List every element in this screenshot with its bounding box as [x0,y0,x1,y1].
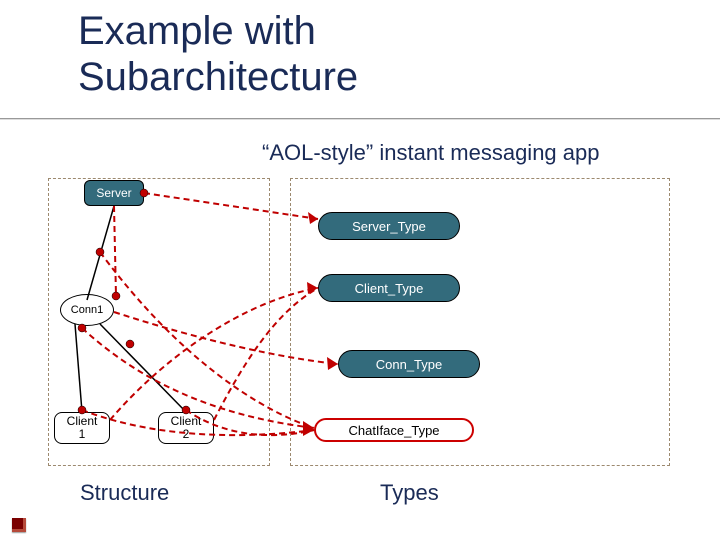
chatiface-type-node: ChatIface_Type [314,418,474,442]
corner-bullet-icon [12,518,26,532]
title-divider [0,118,720,120]
title-line-1: Example with [78,9,316,53]
conn1-node: Conn1 [60,294,114,326]
title-line-2: Subarchitecture [78,55,358,99]
server-label: Server [96,186,131,200]
subtitle: “AOL-style” instant messaging app [262,140,600,166]
client-type-node: Client_Type [318,274,460,302]
types-footer-label: Types [380,480,439,506]
structure-footer-label: Structure [80,480,169,506]
conn-type-node: Conn_Type [338,350,480,378]
client2-node: Client 2 [158,412,214,444]
slide-title: Example with Subarchitecture [78,8,358,100]
client1-node: Client 1 [54,412,110,444]
server-type-label: Server_Type [352,219,426,234]
chatiface-type-label: ChatIface_Type [348,423,439,438]
client-type-label: Client_Type [355,281,424,296]
client1-label: Client 1 [67,415,98,440]
server-type-node: Server_Type [318,212,460,240]
server-node: Server [84,180,144,206]
conn1-label: Conn1 [71,304,103,316]
conn-type-label: Conn_Type [376,357,443,372]
client2-label: Client 2 [171,415,202,440]
